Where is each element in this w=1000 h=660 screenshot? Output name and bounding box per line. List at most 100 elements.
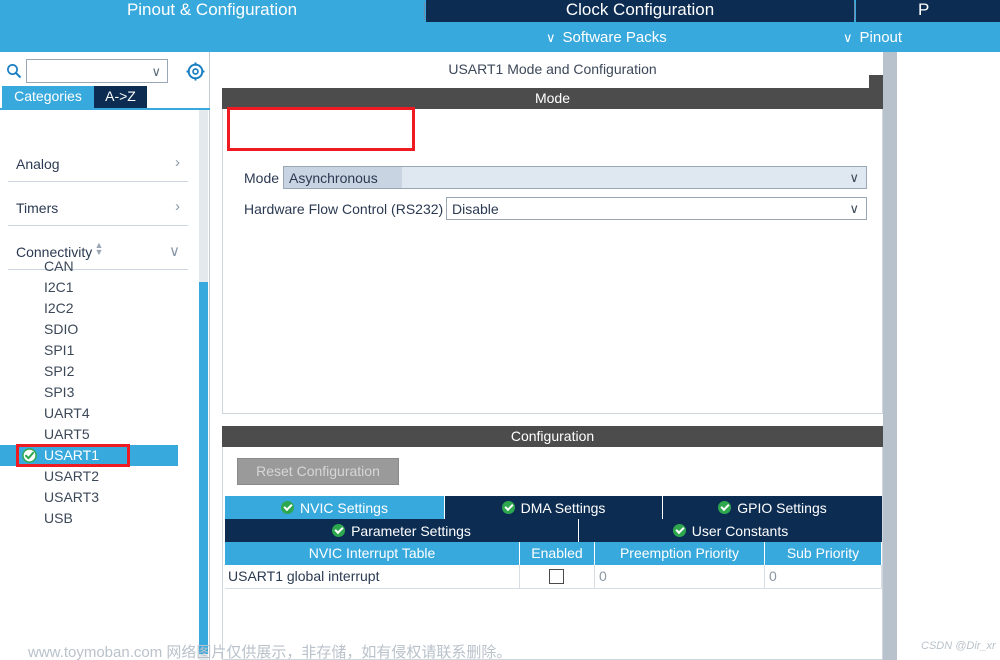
- hardware-flow-control-dropdown[interactable]: Disable ∨: [446, 197, 867, 220]
- page-title: USART1 Mode and Configuration: [448, 61, 657, 77]
- table-header-row: NVIC Interrupt Table Enabled Preemption …: [225, 542, 882, 565]
- software-packs-label: Software Packs: [562, 28, 667, 46]
- mode-section-header: Mode: [222, 88, 883, 109]
- sidebar-item-label: SPI2: [44, 363, 75, 379]
- hardware-flow-control-value: Disable: [452, 201, 499, 217]
- cell-sub-priority[interactable]: 0: [765, 565, 882, 589]
- sidebar-item-uart4[interactable]: UART4: [0, 403, 196, 424]
- tab-separator-1: [424, 2, 425, 20]
- sidebar-item-label: USB: [44, 510, 73, 526]
- tab-separator-2: [854, 2, 855, 20]
- table-row[interactable]: USART1 global interrupt 0 0: [225, 565, 882, 589]
- tab-categories[interactable]: Categories: [2, 86, 94, 108]
- tab-gpio-settings[interactable]: GPIO Settings: [663, 496, 882, 519]
- sidebar-item-i2c2[interactable]: I2C2: [0, 298, 196, 319]
- peripheral-list: CAN I2C1 I2C2 SDIO SPI1 SPI2 SPI3 UART4 UART5 USA…: [0, 256, 196, 529]
- sidebar-item-usart3[interactable]: USART3: [0, 487, 196, 508]
- sidebar-search-row: ∨: [0, 56, 210, 86]
- chevron-down-icon[interactable]: ∨: [151, 64, 161, 80]
- chevron-down-icon: ∨: [546, 29, 556, 45]
- pane-edge-marker: [869, 75, 883, 93]
- config-tabs-row-1: NVIC Settings DMA Settings GPIO Settings: [225, 496, 882, 519]
- stm32cubemx-window: Pinout & Configuration Clock Configurati…: [0, 0, 1000, 660]
- tab-label: DMA Settings: [520, 499, 606, 516]
- chevron-right-icon: ›: [175, 198, 180, 215]
- chevron-down-icon[interactable]: ∨: [849, 201, 859, 217]
- category-analog[interactable]: Analog ›: [8, 148, 188, 182]
- search-input[interactable]: [30, 62, 146, 81]
- tab-a-to-z[interactable]: A->Z: [94, 86, 147, 108]
- nvic-interrupt-table: NVIC Interrupt Table Enabled Preemption …: [225, 542, 882, 589]
- category-list: Analog › Timers › Connectivity ∨ ▲ ▼ CAN I…: [0, 110, 210, 660]
- tab-pinout-configuration[interactable]: Pinout & Configuration: [0, 0, 424, 22]
- sidebar-item-usb[interactable]: USB: [0, 508, 196, 529]
- secondary-toolbar: ∨ Software Packs ∨ Pinout: [0, 22, 1000, 52]
- check-circle-icon: [718, 501, 732, 514]
- check-circle-icon: [501, 501, 515, 514]
- pinout-label: Pinout: [859, 28, 903, 46]
- check-circle-icon: [672, 524, 686, 537]
- check-circle-icon: [332, 524, 346, 537]
- gear-icon[interactable]: [186, 62, 205, 81]
- sidebar-item-sdio[interactable]: SDIO: [0, 319, 196, 340]
- field-hardware-flow-control: Hardware Flow Control (RS232) Disable ∨: [223, 197, 868, 222]
- search-combo[interactable]: ∨: [26, 59, 168, 83]
- category-timers[interactable]: Timers ›: [8, 192, 188, 226]
- scroll-nub-icon[interactable]: ▲ ▼: [92, 241, 106, 257]
- sidebar-scrollbar-thumb[interactable]: [199, 282, 208, 654]
- tab-user-constants[interactable]: User Constants: [579, 519, 882, 542]
- main-tab-strip: Pinout & Configuration Clock Configurati…: [0, 0, 1000, 22]
- pinout-menu[interactable]: ∨ Pinout: [843, 26, 902, 48]
- sidebar-item-label: CAN: [44, 258, 74, 274]
- right-pane: [883, 52, 1000, 660]
- sidebar-item-i2c1[interactable]: I2C1: [0, 277, 196, 298]
- column-header-sub-priority[interactable]: Sub Priority: [765, 542, 882, 565]
- enabled-checkbox[interactable]: [549, 569, 564, 584]
- sidebar-item-label: SPI3: [44, 384, 75, 400]
- peripheral-sidebar: ∨ Categories A->Z Analog › Timers › Conn…: [0, 52, 210, 660]
- vertical-splitter[interactable]: [883, 52, 897, 660]
- mode-section-body: Mode Asynchronous ∨ Hardware Flow Contro…: [222, 109, 883, 414]
- tab-parameter-settings[interactable]: Parameter Settings: [225, 519, 578, 542]
- cell-preemption-priority[interactable]: 0: [595, 565, 765, 589]
- sidebar-item-label: I2C1: [44, 279, 74, 295]
- tab-label: NVIC Settings: [300, 499, 388, 516]
- chevron-down-icon: ∨: [843, 29, 853, 45]
- sidebar-item-uart5[interactable]: UART5: [0, 424, 196, 445]
- mode-value: Asynchronous: [289, 170, 378, 186]
- column-header-interrupt[interactable]: NVIC Interrupt Table: [225, 542, 520, 565]
- watermark-corner: CSDN @Dir_xr: [921, 640, 996, 652]
- mode-dropdown[interactable]: Asynchronous ∨: [283, 166, 867, 189]
- tab-clock-configuration[interactable]: Clock Configuration: [426, 0, 854, 22]
- configuration-pane: USART1 Mode and Configuration Mode Mode …: [211, 52, 883, 660]
- sidebar-item-label: USART2: [44, 468, 99, 484]
- software-packs-menu[interactable]: ∨ Software Packs: [546, 26, 667, 48]
- tab-nvic-settings[interactable]: NVIC Settings: [225, 496, 444, 519]
- sidebar-item-label: USART1: [44, 447, 99, 463]
- field-mode: Mode Asynchronous ∨: [223, 166, 868, 191]
- tab-label: User Constants: [691, 522, 789, 539]
- sidebar-mode-tabs: Categories A->Z: [0, 86, 210, 108]
- chevron-down-icon[interactable]: ∨: [849, 170, 859, 186]
- cell-enabled[interactable]: [520, 565, 595, 589]
- tab-label: Parameter Settings: [351, 522, 471, 539]
- column-header-enabled[interactable]: Enabled: [520, 542, 595, 565]
- sidebar-item-can[interactable]: CAN: [0, 256, 196, 277]
- sidebar-item-label: SDIO: [44, 321, 79, 337]
- tab-dma-settings[interactable]: DMA Settings: [445, 496, 662, 519]
- sidebar-item-usart2[interactable]: USART2: [0, 466, 196, 487]
- sidebar-item-spi2[interactable]: SPI2: [0, 361, 196, 382]
- sidebar-item-usart1[interactable]: USART1: [0, 445, 178, 466]
- configuration-section-header: Configuration: [222, 426, 883, 447]
- chevron-right-icon: ›: [175, 154, 180, 171]
- tab-project-manager[interactable]: P: [856, 0, 1000, 22]
- sidebar-item-spi1[interactable]: SPI1: [0, 340, 196, 361]
- sidebar-item-label: I2C2: [44, 300, 74, 316]
- sidebar-item-label: USART3: [44, 489, 99, 505]
- reset-configuration-button[interactable]: Reset Configuration: [237, 458, 399, 485]
- watermark-bottom: www.toymoban.com 网络图片仅供展示，非存储，如有侵权请联系删除。: [28, 644, 512, 660]
- check-circle-icon: [22, 448, 37, 463]
- column-header-preemption-priority[interactable]: Preemption Priority: [595, 542, 765, 565]
- sidebar-item-spi3[interactable]: SPI3: [0, 382, 196, 403]
- category-label: Analog: [16, 156, 60, 172]
